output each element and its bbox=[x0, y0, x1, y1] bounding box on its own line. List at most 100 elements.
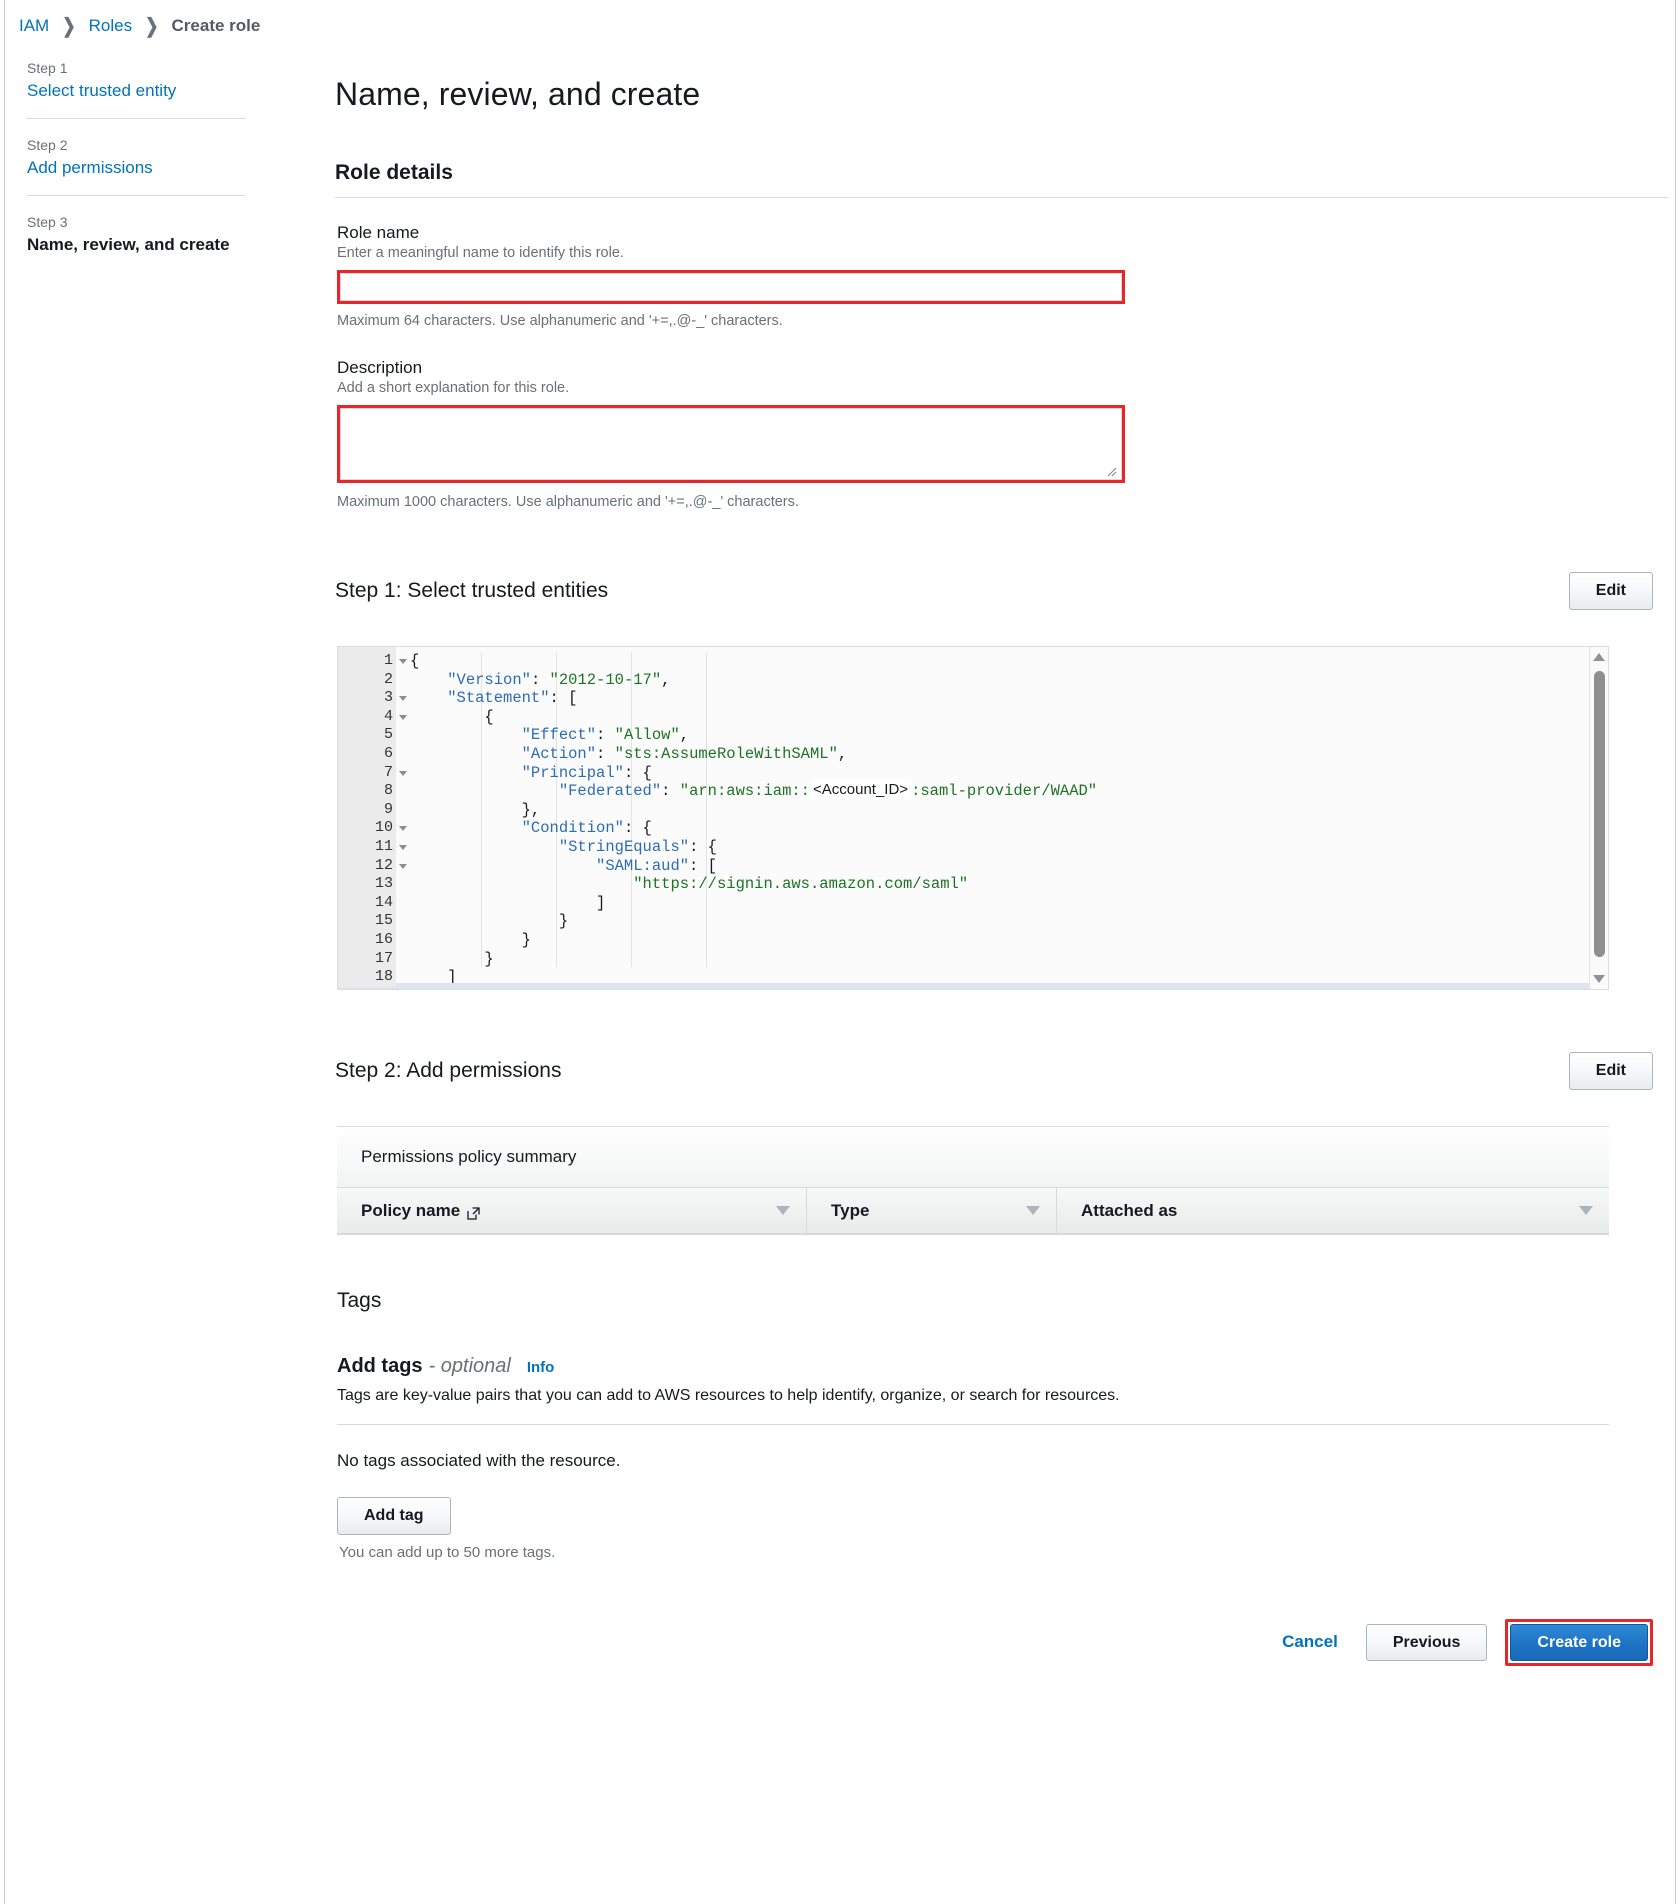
editor-code-line: "Principal": { bbox=[410, 764, 1608, 783]
breadcrumb-item-roles[interactable]: Roles bbox=[89, 16, 132, 36]
step-number: Step 2 bbox=[27, 137, 245, 153]
add-tags-label: Add tags bbox=[337, 1355, 423, 1378]
scrollbar-thumb[interactable] bbox=[1594, 671, 1605, 957]
step1-title: Step 1: Select trusted entities bbox=[335, 579, 608, 603]
description-label: Description bbox=[337, 358, 1675, 378]
editor-line-number-gutter: 12345678910111213141516171819 bbox=[338, 647, 396, 989]
role-details-divider bbox=[335, 197, 1668, 198]
breadcrumb-item-iam[interactable]: IAM bbox=[19, 16, 49, 36]
description-textarea[interactable] bbox=[340, 408, 1122, 480]
editor-line-number: 13 bbox=[338, 875, 396, 894]
editor-line-number: 17 bbox=[338, 950, 396, 969]
step1-review-header: Step 1: Select trusted entities Edit bbox=[335, 558, 1675, 624]
editor-line-number: 15 bbox=[338, 912, 396, 931]
wizard-footer: Cancel Previous Create role bbox=[335, 1619, 1675, 1667]
editor-line-number: 11 bbox=[338, 838, 396, 857]
editor-line-number: 7 bbox=[338, 764, 396, 783]
breadcrumb-separator-icon: ❯ bbox=[62, 13, 75, 38]
column-header-type[interactable]: Type bbox=[807, 1188, 1057, 1234]
editor-vertical-scrollbar[interactable] bbox=[1589, 647, 1608, 989]
editor-code-area[interactable]: { "Version": "2012-10-17", "Statement": … bbox=[396, 647, 1608, 989]
column-header-policy-name[interactable]: Policy name bbox=[337, 1188, 807, 1234]
editor-code-line: "Action": "sts:AssumeRoleWithSAML", bbox=[410, 745, 1608, 764]
editor-code-line: "SAML:aud": [ bbox=[410, 857, 1608, 876]
add-tag-button[interactable]: Add tag bbox=[337, 1497, 451, 1535]
add-tags-subheading: Add tags - optional Info bbox=[337, 1355, 1675, 1378]
sort-caret-icon[interactable] bbox=[1579, 1206, 1593, 1215]
description-highlight-outline bbox=[337, 405, 1125, 483]
editor-line-number: 12 bbox=[338, 857, 396, 876]
editor-line-number: 16 bbox=[338, 931, 396, 950]
main-content: Name, review, and create Role details Ro… bbox=[295, 40, 1675, 1666]
role-details-heading: Role details bbox=[335, 161, 1675, 185]
breadcrumb: IAM ❯ Roles ❯ Create role bbox=[5, 0, 1675, 40]
editor-line-number: 9 bbox=[338, 801, 396, 820]
scroll-down-arrow-icon[interactable] bbox=[1593, 975, 1605, 983]
editor-code-line: } bbox=[410, 912, 1608, 931]
editor-line-number: 18 bbox=[338, 968, 396, 987]
step-number: Step 3 bbox=[27, 214, 295, 230]
sidebar-item-add-permissions[interactable]: Step 2 Add permissions bbox=[27, 119, 245, 196]
tags-divider bbox=[337, 1424, 1609, 1425]
sidebar-item-select-trusted-entity[interactable]: Step 1 Select trusted entity bbox=[27, 60, 245, 119]
edit-permissions-button[interactable]: Edit bbox=[1569, 1052, 1653, 1090]
scroll-up-arrow-icon[interactable] bbox=[1593, 653, 1605, 661]
column-label: Policy name bbox=[361, 1201, 460, 1221]
cancel-button[interactable]: Cancel bbox=[1272, 1623, 1348, 1661]
column-label: Type bbox=[831, 1201, 869, 1221]
editor-line-number: 6 bbox=[338, 745, 396, 764]
description-note: Maximum 1000 characters. Use alphanumeri… bbox=[337, 494, 1675, 510]
editor-code-line: } bbox=[410, 950, 1608, 969]
tag-limit-note: You can add up to 50 more tags. bbox=[339, 1544, 1675, 1561]
step2-title: Step 2: Add permissions bbox=[335, 1059, 561, 1083]
permissions-policy-summary-label: Permissions policy summary bbox=[337, 1127, 1609, 1188]
role-name-label: Role name bbox=[337, 223, 1675, 243]
tags-description: Tags are key-value pairs that you can ad… bbox=[337, 1387, 1675, 1405]
role-name-input[interactable] bbox=[340, 273, 1122, 301]
editor-code-line: "StringEquals": { bbox=[410, 838, 1608, 857]
edit-trusted-entities-button[interactable]: Edit bbox=[1569, 572, 1653, 610]
page-root: IAM ❯ Roles ❯ Create role Step 1 Select … bbox=[4, 0, 1676, 1904]
description-field-group: Description Add a short explanation for … bbox=[335, 358, 1675, 510]
column-header-attached-as[interactable]: Attached as bbox=[1057, 1188, 1609, 1234]
external-link-icon[interactable] bbox=[467, 1205, 480, 1218]
editor-line-number: 3 bbox=[338, 689, 396, 708]
step2-review-header: Step 2: Add permissions Edit bbox=[335, 1038, 1675, 1104]
editor-line-number: 19 bbox=[338, 987, 396, 990]
sort-caret-icon[interactable] bbox=[1026, 1206, 1040, 1215]
create-role-button[interactable]: Create role bbox=[1510, 1624, 1648, 1662]
table-header-row: Policy name Type bbox=[337, 1188, 1609, 1234]
editor-line-number: 1 bbox=[338, 652, 396, 671]
editor-line-number: 14 bbox=[338, 894, 396, 913]
editor-code-line: "Statement": [ bbox=[410, 689, 1608, 708]
editor-code-line: { bbox=[410, 652, 1608, 671]
editor-code-line: }, bbox=[410, 801, 1608, 820]
editor-code-line: } bbox=[410, 931, 1608, 950]
optional-label: - optional bbox=[429, 1355, 511, 1378]
step-label[interactable]: Add permissions bbox=[27, 158, 245, 178]
tags-heading: Tags bbox=[337, 1289, 1675, 1313]
page-title: Name, review, and create bbox=[335, 76, 1675, 113]
sort-caret-icon[interactable] bbox=[776, 1206, 790, 1215]
column-label: Attached as bbox=[1081, 1201, 1177, 1221]
editor-line-number: 10 bbox=[338, 819, 396, 838]
body-wrapper: Step 1 Select trusted entity Step 2 Add … bbox=[5, 40, 1675, 1666]
permissions-policy-table: Permissions policy summary Policy name bbox=[337, 1126, 1609, 1235]
editor-line-number: 4 bbox=[338, 708, 396, 727]
previous-button[interactable]: Previous bbox=[1366, 1624, 1488, 1662]
sidebar-item-name-review-create: Step 3 Name, review, and create bbox=[27, 196, 295, 272]
step-number: Step 1 bbox=[27, 60, 245, 76]
tags-info-link[interactable]: Info bbox=[527, 1359, 555, 1376]
editor-code-line: { bbox=[410, 708, 1608, 727]
breadcrumb-separator-icon: ❯ bbox=[145, 13, 158, 38]
description-hint: Add a short explanation for this role. bbox=[337, 380, 1675, 396]
create-role-highlight-outline: Create role bbox=[1505, 1619, 1653, 1667]
wizard-sidebar: Step 1 Select trusted entity Step 2 Add … bbox=[5, 40, 295, 272]
step-label: Name, review, and create bbox=[27, 235, 295, 255]
editor-line-number: 5 bbox=[338, 726, 396, 745]
trust-policy-editor[interactable]: 12345678910111213141516171819 { "Version… bbox=[337, 646, 1609, 990]
step-label[interactable]: Select trusted entity bbox=[27, 81, 245, 101]
editor-code-line: "Condition": { bbox=[410, 819, 1608, 838]
editor-horizontal-scrollbar[interactable] bbox=[396, 983, 1589, 989]
editor-code-line: "Version": "2012-10-17", bbox=[410, 671, 1608, 690]
